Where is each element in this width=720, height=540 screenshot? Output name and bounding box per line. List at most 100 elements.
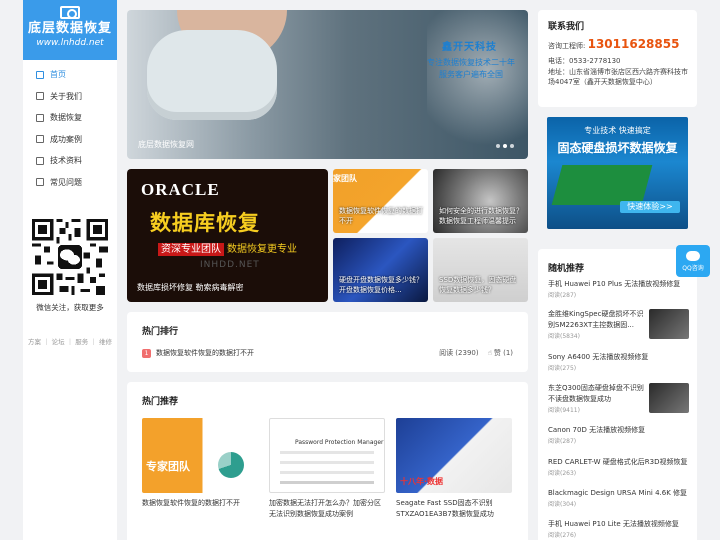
card-title: Seagate Fast SSD固态不识别STXZAO1EA3B7数据恢复成功 — [396, 499, 494, 518]
oracle-logo: ORACLE — [141, 180, 220, 199]
featured-oracle-card[interactable]: ORACLE 数据库恢复 资深专业团队 数据恢复更专业 INHDD.NET 数据库… — [127, 169, 328, 302]
engineer-phone[interactable]: 13011628855 — [588, 37, 680, 51]
carousel-dots — [496, 144, 514, 148]
list-item[interactable]: Canon 70D 无法播放视频修复 阅读(287) — [548, 425, 689, 447]
like-count[interactable]: 赞 (1) — [494, 348, 513, 358]
engineer-label: 咨询工程师: — [548, 42, 586, 50]
banner-slogan: 专注数据恢复技术二十年 服务客户遍布全国 — [427, 57, 515, 81]
engineer-line: 咨询工程师: 13011628855 — [548, 37, 680, 51]
logo-title: 底层数据恢复 — [27, 21, 112, 36]
featured-tag-yellow: 数据恢复更专业 — [227, 244, 297, 255]
hdd-logo-icon — [60, 6, 80, 19]
list-item[interactable]: Sony A6400 无法播放视频修复 阅读(275) — [548, 352, 689, 374]
main-nav: 首页 关于我们 数据恢复 成功案例 技术资料 常见问题 — [23, 64, 117, 193]
carousel-dot[interactable] — [496, 144, 500, 148]
featured-tag-red: 资深专业团队 — [158, 243, 224, 256]
tile-article-3[interactable]: 硬盘开盘数据恢复多少钱？开盘数据恢复价格... — [333, 238, 428, 302]
item-title: Canon 70D 无法播放视频修复 — [548, 426, 646, 434]
document-icon — [36, 135, 44, 144]
nav-item-tech[interactable]: 技术资料 — [23, 150, 117, 172]
view-count: 阅读 (2390) — [439, 349, 479, 357]
item-views: 阅读(275) — [548, 365, 577, 372]
featured-headline: 数据库恢复 — [150, 211, 260, 235]
item-title: 手机 Huawei P10 Lite 无法播放视频修复 — [548, 520, 679, 528]
item-thumbnail — [649, 309, 689, 339]
featured-tagline: 资深专业团队 数据恢复更专业 — [127, 240, 328, 256]
qq-consult-button[interactable]: QQ咨询 — [676, 245, 710, 277]
card-inner-label: 专家团队 — [146, 460, 190, 473]
ad-try-button[interactable]: 快速体验>> — [620, 201, 680, 213]
card-image: 十八年·数据 — [396, 418, 512, 493]
item-views: 阅读(287) — [548, 292, 577, 299]
item-title: RED CARLET-W 硬盘格式化后R3D视频恢复 — [548, 458, 688, 466]
ad-line2: 固态硬盘损坏数据恢复 — [557, 141, 678, 155]
ssd-recovery-ad[interactable]: 专业技术 快速搞定 固态硬盘损坏数据恢复 快速体验>> — [547, 117, 688, 229]
item-title: 金胜维KingSpec硬盘损坏不识别SM2263XT主控数据固... — [548, 310, 644, 329]
qr-code-icon — [32, 219, 108, 295]
document-icon — [36, 156, 44, 165]
item-views: 阅读(276) — [548, 532, 577, 539]
contact-panel: 联系我们 咨询工程师: 13011628855 电话：0533-2778130 … — [538, 10, 697, 107]
footer-links[interactable]: 方案 ｜ 论坛 ｜ 服务 ｜ 维修 — [23, 336, 117, 346]
list-item[interactable]: 金胜维KingSpec硬盘损坏不识别SM2263XT主控数据固... 阅读(58… — [548, 309, 689, 342]
form-line — [280, 471, 374, 474]
circuit-board-image — [551, 165, 653, 205]
nav-item-faq[interactable]: 常见问题 — [23, 172, 117, 194]
nav-item-about[interactable]: 关于我们 — [23, 86, 117, 108]
recommend-card[interactable]: 专家团队 数据恢复软件恢复的数据打不开 — [142, 418, 258, 509]
nav-item-home[interactable]: 首页 — [23, 64, 117, 86]
tile-article-4[interactable]: SSD数据恢复，固态硬盘恢复数据多少钱？ — [433, 238, 528, 302]
qq-label: QQ咨询 — [682, 265, 704, 272]
document-icon — [36, 113, 44, 122]
tel-line: 电话：0533-2778130 — [548, 57, 621, 65]
list-item[interactable]: 东芝Q300固态硬盘掉盘不识别不读盘数据恢复成功 阅读(9411) — [548, 383, 689, 416]
list-item[interactable]: 手机 Huawei P10 Lite 无法播放视频修复 阅读(276) — [548, 519, 689, 540]
hot-item-title[interactable]: 数据恢复软件恢复的数据打不开 — [156, 348, 439, 358]
card-image: 专家团队 — [142, 418, 258, 493]
card-inner-label: Password Protection Manager — [295, 439, 384, 446]
tile-article-2[interactable]: 如何安全的进行数据恢复？数据恢复工程师温馨提示 — [433, 169, 528, 233]
tile-article-1[interactable]: 家团队 数据恢复软件恢复的数据打不开 — [333, 169, 428, 233]
carousel-dot-active[interactable] — [503, 144, 507, 148]
hot-ranking-panel: 热门排行 1 数据恢复软件恢复的数据打不开 阅读 (2390) ☝ 赞 (1) — [127, 312, 528, 372]
hot-ranking-row[interactable]: 1 数据恢复软件恢复的数据打不开 阅读 (2390) ☝ 赞 (1) — [142, 348, 513, 358]
random-recommend-panel: 随机推荐 手机 Huawei P10 Plus 无法播放视频修复 阅读(287)… — [538, 249, 697, 540]
list-item[interactable]: 手机 Huawei P10 Plus 无法播放视频修复 阅读(287) — [548, 279, 689, 301]
tile-inner-label: 家团队 — [333, 174, 357, 183]
carousel-dot[interactable] — [510, 144, 514, 148]
banner-glow — [427, 10, 528, 159]
item-thumbnail — [649, 383, 689, 413]
qr-caption: 微信关注，获取更多 — [36, 303, 104, 312]
card-image: Password Protection Manager — [269, 418, 385, 493]
banner-brand: 鑫开天科技 — [442, 42, 497, 53]
home-icon — [36, 70, 44, 79]
nav-label: 关于我们 — [50, 91, 82, 101]
recommend-card[interactable]: Password Protection Manager 加密数据无法打开怎么办？… — [269, 418, 385, 520]
featured-caption: 数据库损坏修复 勒索病毒解密 — [137, 283, 244, 292]
item-title: 东芝Q300固态硬盘掉盘不识别不读盘数据恢复成功 — [548, 384, 644, 403]
nav-label: 常见问题 — [50, 177, 82, 187]
tile-caption: 数据恢复软件恢复的数据打不开 — [339, 207, 423, 225]
card-title: 数据恢复软件恢复的数据打不开 — [142, 499, 240, 507]
tile-caption: SSD数据恢复，固态硬盘恢复数据多少钱？ — [439, 276, 517, 294]
panel-title: 热门推荐 — [142, 397, 179, 407]
list-item[interactable]: Blackmagic Design URSA Mini 4.6K 修复 阅读(3… — [548, 488, 689, 510]
list-item[interactable]: RED CARLET-W 硬盘格式化后R3D视频恢复 阅读(263) — [548, 457, 689, 479]
nav-item-cases[interactable]: 成功案例 — [23, 129, 117, 151]
nav-label: 成功案例 — [50, 134, 82, 144]
card-inner-label: 十八年·数据 — [400, 477, 444, 486]
nav-label: 技术资料 — [50, 156, 82, 166]
pie-graphic — [218, 452, 244, 478]
recommend-panel: 热门推荐 专家团队 数据恢复软件恢复的数据打不开 Password Protec… — [127, 382, 528, 540]
hero-banner[interactable]: 鑫开天科技 专注数据恢复技术二十年 服务客户遍布全国 底层数据恢复网 — [127, 10, 528, 159]
mask-image — [147, 30, 277, 120]
tile-caption: 硬盘开盘数据恢复多少钱？开盘数据恢复价格... — [339, 276, 423, 294]
form-line — [280, 451, 374, 454]
address-line: 地址：山东省淄博市张店区西六路齐赛科技市场4047室（鑫开天数据恢复中心） — [548, 68, 688, 86]
item-title: 手机 Huawei P10 Plus 无法播放视频修复 — [548, 280, 681, 288]
nav-item-recovery[interactable]: 数据恢复 — [23, 107, 117, 129]
site-logo[interactable]: 底层数据恢复 www.lnhdd.net — [23, 0, 117, 60]
banner-slogan-line1: 专注数据恢复技术二十年 — [427, 58, 515, 67]
panel-title: 热门排行 — [142, 327, 179, 337]
recommend-card[interactable]: 十八年·数据 Seagate Fast SSD固态不识别STXZAO1EA3B7… — [396, 418, 512, 520]
